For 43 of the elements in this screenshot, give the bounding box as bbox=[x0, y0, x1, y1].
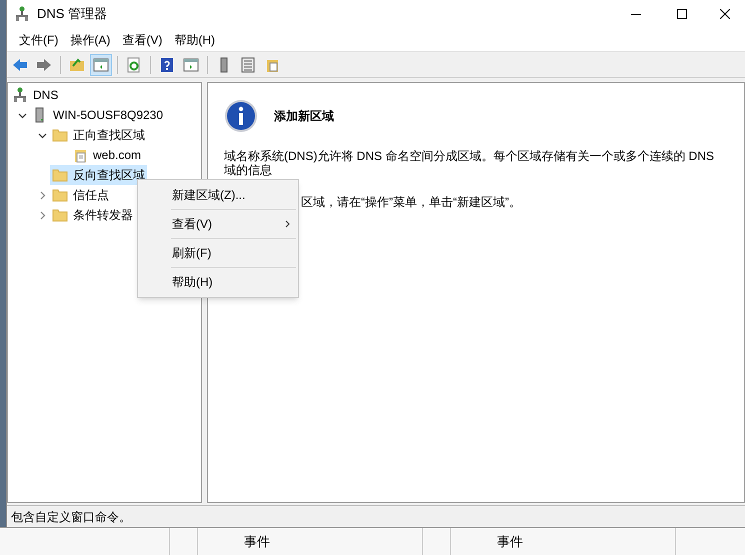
column-header: 事件 bbox=[497, 532, 523, 551]
column-header: 事件 bbox=[244, 532, 270, 551]
list-icon bbox=[240, 56, 256, 72]
tree-item[interactable]: DNS bbox=[10, 85, 60, 105]
menu-item[interactable]: 帮助(H) bbox=[138, 268, 298, 296]
zone-file-icon bbox=[72, 147, 88, 163]
menu-item[interactable]: 文件(F) bbox=[13, 28, 64, 50]
chevron-right-icon[interactable] bbox=[38, 190, 46, 200]
close-icon bbox=[720, 9, 730, 19]
tree-item[interactable]: web.com bbox=[70, 145, 144, 165]
chevron-down-icon[interactable] bbox=[38, 130, 46, 140]
help-icon bbox=[159, 56, 175, 72]
menu-item[interactable]: 帮助(H) bbox=[168, 28, 221, 50]
back-arrow-icon bbox=[12, 56, 28, 72]
details-heading: 添加新区域 bbox=[274, 108, 334, 125]
toolbar-button[interactable] bbox=[90, 54, 112, 76]
tree-item[interactable]: 正向查找区域 bbox=[50, 125, 147, 145]
chevron-right-icon[interactable] bbox=[38, 210, 46, 220]
forward-arrow-icon bbox=[36, 56, 52, 72]
app-icon bbox=[15, 6, 29, 22]
status-text: 包含自定义窗口命令。 bbox=[10, 508, 131, 526]
menu-item[interactable]: 操作(A) bbox=[64, 28, 116, 50]
instruction-text: 区域，请在“操作”菜单，单击“新建区域”。 bbox=[301, 194, 522, 211]
tree-item[interactable]: 条件转发器 bbox=[50, 205, 135, 225]
menu-item[interactable]: 刷新(F) bbox=[138, 239, 298, 267]
chevron-down-icon[interactable] bbox=[18, 110, 26, 120]
tree-item[interactable]: WIN-5OUSF8Q9230 bbox=[30, 105, 166, 125]
maximize-icon bbox=[677, 9, 687, 19]
menu-item[interactable]: 查看(V) bbox=[116, 28, 168, 50]
info-icon bbox=[224, 99, 258, 133]
folder-icon bbox=[52, 187, 68, 203]
folder-icon bbox=[52, 207, 68, 223]
tree-item[interactable]: 信任点 bbox=[50, 185, 111, 205]
folder-icon bbox=[69, 56, 85, 72]
refresh-icon bbox=[126, 56, 142, 72]
window-title: DNS 管理器 bbox=[37, 5, 108, 24]
action-pane-icon bbox=[183, 56, 199, 72]
folder-icon bbox=[52, 127, 68, 143]
description-text: 域名称系统(DNS)允许将 DNS 命名空间分成区域。每个区域存储有关一个或多个连续的 DNS 域的信息 bbox=[224, 149, 716, 177]
network-icon bbox=[12, 87, 28, 103]
folder-icon bbox=[52, 167, 68, 183]
window-pane-icon bbox=[93, 56, 109, 72]
menu-item[interactable]: 查看(V) bbox=[138, 210, 298, 238]
